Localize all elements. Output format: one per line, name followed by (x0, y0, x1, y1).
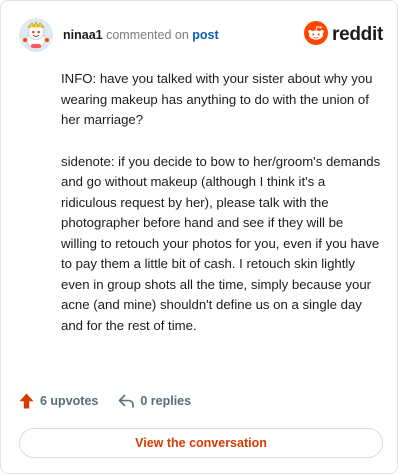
comment-paragraph: sidenote: if you decide to bow to her/gr… (61, 153, 381, 333)
reddit-logo-icon (304, 20, 329, 50)
comment-paragraph: INFO: have you talked with your sister a… (61, 71, 373, 127)
comment-header: ninaa1 commented on post reddit (19, 15, 383, 55)
reply-count: 0 replies (140, 394, 192, 408)
view-conversation-button[interactable]: View the conversation (19, 428, 383, 458)
comment-actions: 6 upvotes 0 replies (19, 393, 191, 409)
username[interactable]: ninaa1 (63, 28, 103, 42)
upvote-count: 6 upvotes (40, 394, 99, 408)
upvote-button[interactable]: 6 upvotes (19, 393, 98, 409)
reply-arrow-icon (118, 394, 135, 408)
upvote-arrow-icon (19, 393, 34, 409)
post-link[interactable]: post (192, 28, 218, 42)
reddit-brand[interactable]: reddit (304, 20, 383, 50)
action-text: commented on (106, 28, 189, 42)
comment-embed-card: ninaa1 commented on post reddit INFO: ha… (0, 0, 398, 474)
reply-button[interactable]: 0 replies (118, 394, 191, 408)
comment-meta: ninaa1 commented on post (63, 27, 219, 43)
comment-body: INFO: have you talked with your sister a… (61, 69, 381, 357)
reddit-wordmark: reddit (332, 24, 383, 45)
user-avatar[interactable] (19, 18, 53, 52)
